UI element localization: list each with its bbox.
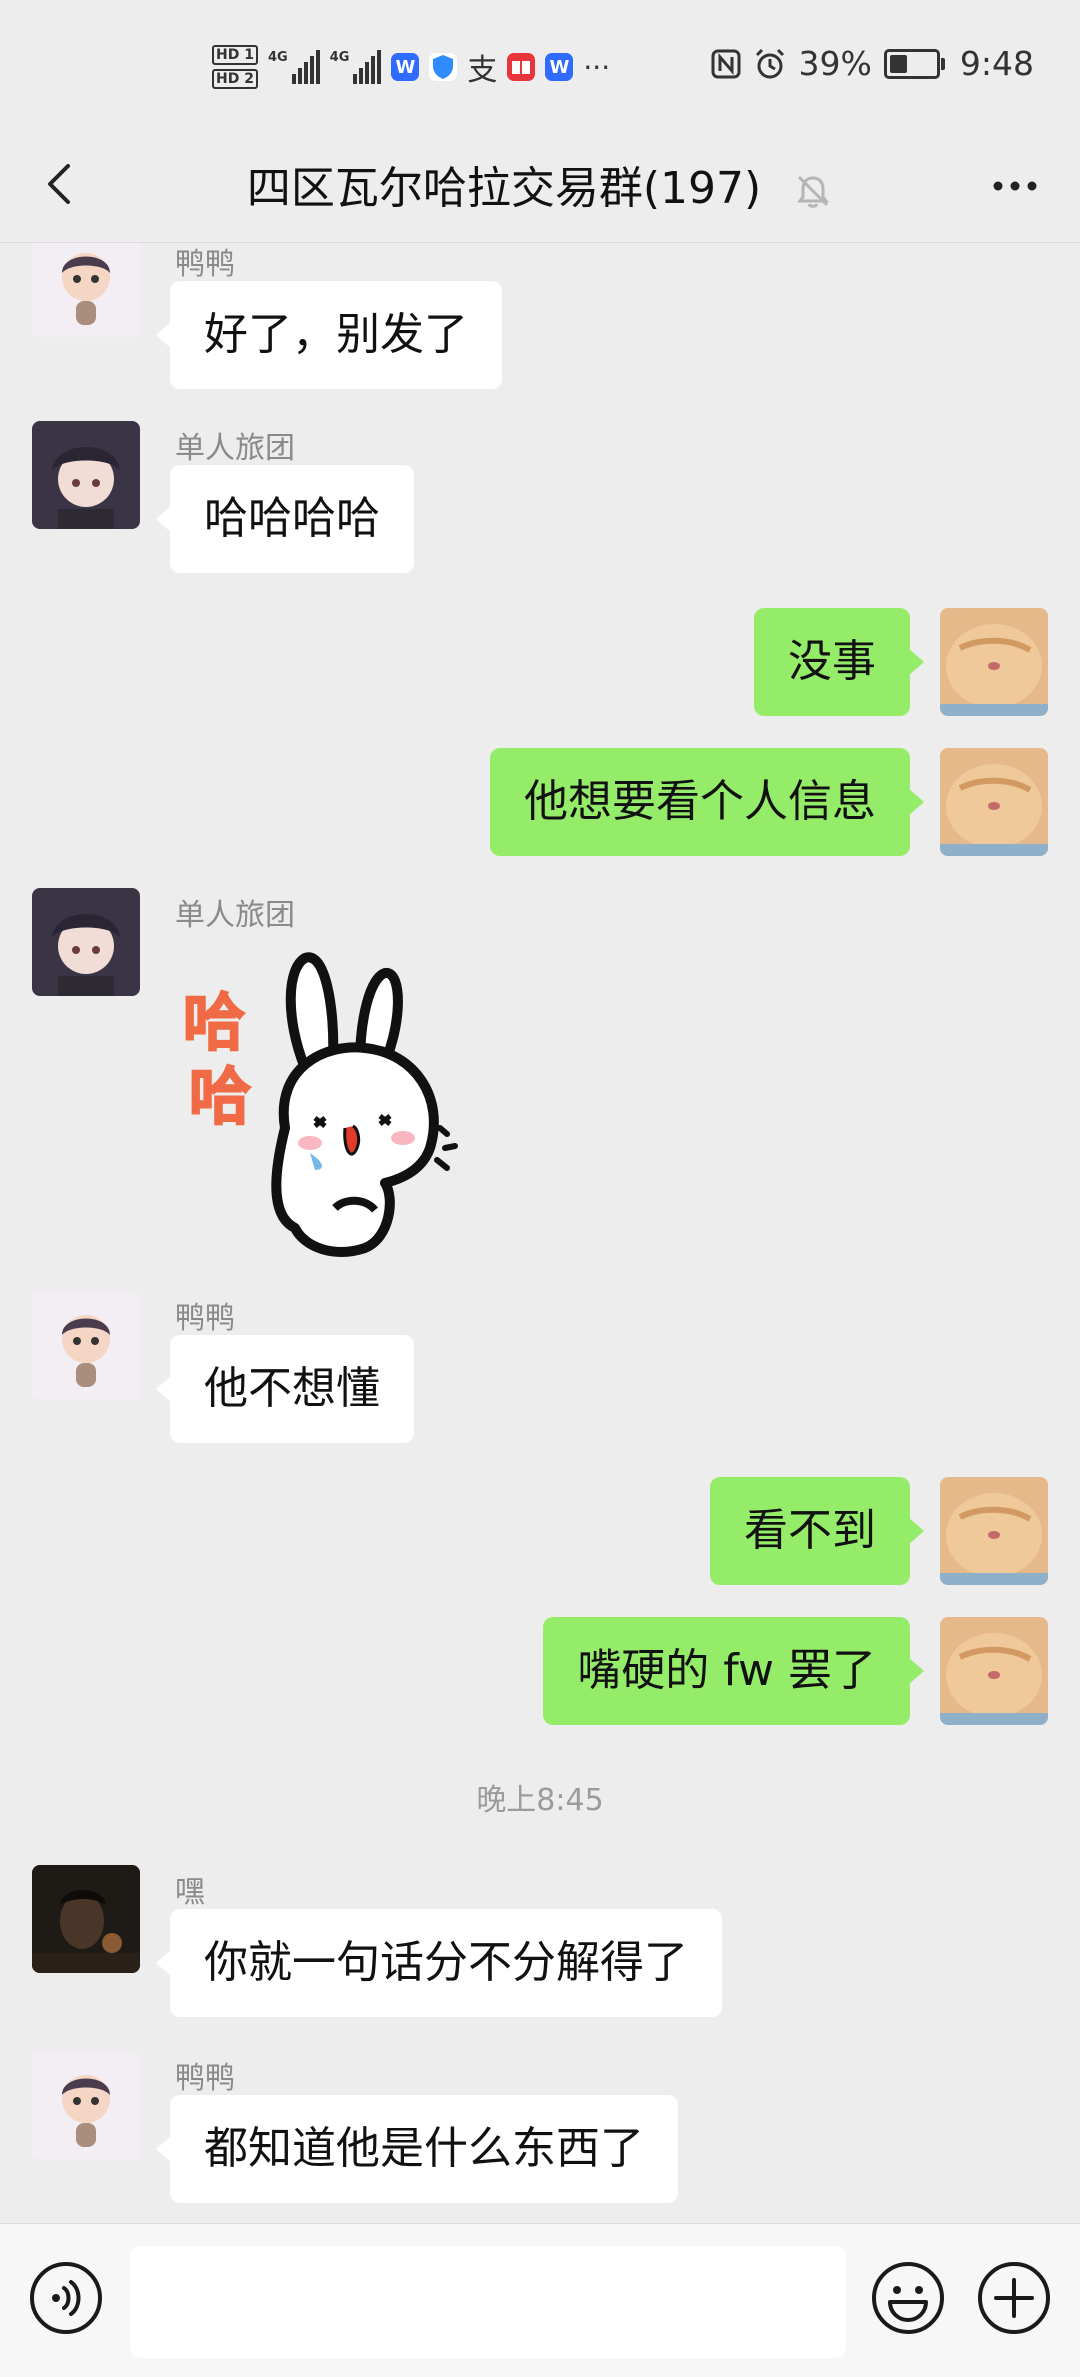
status-left: HD 1 HD 2 4G 4G W 支 W ··· bbox=[212, 42, 610, 92]
message-bubble[interactable]: 都知道他是什么东西了 bbox=[156, 2095, 678, 2203]
message-bubble[interactable]: 好了，别发了 bbox=[156, 281, 502, 389]
wps-icon: W bbox=[391, 53, 420, 81]
hd2-label: HD 2 bbox=[212, 69, 258, 89]
shield-icon bbox=[429, 53, 458, 81]
status-bar: HD 1 HD 2 4G 4G W 支 W ··· 39% 9:48 bbox=[0, 0, 1080, 130]
message-list[interactable]: 鸭鸭 好了，别发了 单人旅团 哈哈哈哈 没事 他想要看个人信息 单人旅团 哈 哈 bbox=[0, 243, 1080, 2223]
clock: 9:48 bbox=[959, 44, 1034, 83]
battery-percent: 39% bbox=[798, 44, 872, 83]
message-bubble[interactable]: 哈哈哈哈 bbox=[156, 465, 414, 573]
book-icon bbox=[507, 53, 536, 81]
sticker-text-2: 哈 bbox=[189, 1060, 251, 1133]
alipay-icon: 支 bbox=[467, 53, 498, 88]
message-bubble[interactable]: 他想要看个人信息 bbox=[490, 748, 924, 856]
emoji-button[interactable] bbox=[870, 2260, 946, 2336]
voice-button[interactable] bbox=[28, 2260, 104, 2336]
duck-avatar[interactable] bbox=[32, 2051, 140, 2159]
sticker-text-1: 哈 bbox=[183, 986, 245, 1059]
message-bubble[interactable]: 没事 bbox=[754, 608, 924, 716]
plus-button[interactable] bbox=[976, 2260, 1052, 2336]
net2-label: 4G bbox=[329, 50, 350, 65]
plus-icon bbox=[978, 2262, 1050, 2334]
wps-icon: W bbox=[545, 53, 574, 81]
sender-name: 鸭鸭 bbox=[175, 247, 235, 282]
sender-name: 鸭鸭 bbox=[175, 2061, 235, 2096]
message-bubble[interactable]: 你就一句话分不分解得了 bbox=[156, 1909, 722, 2017]
hd-indicator: HD 1 HD 2 bbox=[212, 45, 258, 89]
sender-name: 单人旅团 bbox=[175, 898, 295, 933]
cat-avatar[interactable] bbox=[940, 1477, 1048, 1585]
cat-avatar[interactable] bbox=[940, 748, 1048, 856]
net1-label: 4G bbox=[267, 50, 288, 65]
more-button[interactable] bbox=[980, 156, 1050, 216]
more-dots-icon bbox=[993, 181, 1037, 191]
status-right: 39% 9:48 bbox=[711, 44, 1034, 83]
message-bubble[interactable]: 嘴硬的 fw 罢了 bbox=[543, 1617, 924, 1725]
signal-1-icon: 4G bbox=[268, 50, 320, 84]
message-bubble[interactable]: 看不到 bbox=[710, 1477, 924, 1585]
duck-avatar[interactable] bbox=[32, 1291, 140, 1399]
message-timestamp: 晚上8:45 bbox=[476, 1783, 604, 1818]
battery-icon bbox=[883, 48, 945, 79]
chat-header: 四区瓦尔哈拉交易群(197) bbox=[0, 130, 1080, 243]
cat-avatar[interactable] bbox=[940, 608, 1048, 716]
more-notifications-icon: ··· bbox=[583, 50, 611, 84]
message-input[interactable] bbox=[130, 2246, 846, 2358]
anime-avatar[interactable] bbox=[32, 888, 140, 996]
input-bar bbox=[0, 2223, 1080, 2377]
bell-muted-icon bbox=[797, 175, 830, 208]
emoji-icon bbox=[872, 2262, 944, 2334]
nfc-icon bbox=[711, 49, 741, 78]
chat-title-wrap[interactable]: 四区瓦尔哈拉交易群(197) bbox=[0, 152, 1080, 216]
signal-2-icon: 4G bbox=[330, 50, 382, 84]
sender-name: 鸭鸭 bbox=[175, 1301, 235, 1336]
alarm-icon bbox=[755, 48, 784, 78]
sender-name: 嘿 bbox=[175, 1875, 205, 1910]
message-bubble[interactable]: 他不想懂 bbox=[156, 1335, 414, 1443]
sender-name: 单人旅团 bbox=[175, 431, 295, 466]
chat-title: 四区瓦尔哈拉交易群(197) bbox=[246, 163, 762, 214]
hd1-label: HD 1 bbox=[212, 45, 258, 65]
duck-avatar[interactable] bbox=[32, 243, 140, 337]
cat-avatar[interactable] bbox=[940, 1617, 1048, 1725]
voice-icon bbox=[30, 2262, 102, 2334]
dark-avatar[interactable] bbox=[32, 1865, 140, 1973]
anime-avatar[interactable] bbox=[32, 421, 140, 529]
rabbit-sticker[interactable]: 哈 哈 bbox=[175, 948, 495, 1268]
